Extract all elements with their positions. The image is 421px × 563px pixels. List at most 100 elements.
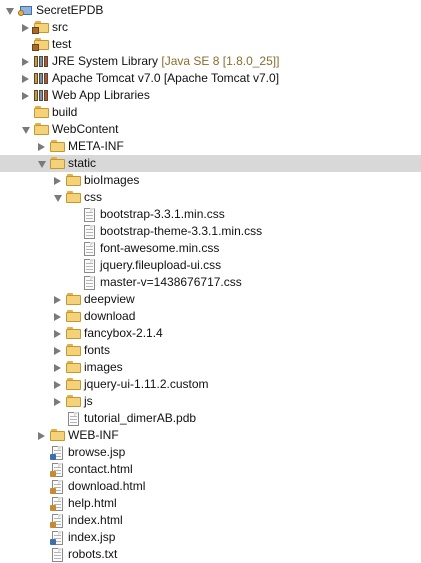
collapsed-arrow-icon[interactable] — [54, 364, 61, 372]
tree-item-label: contact.html — [68, 461, 133, 478]
tree-item[interactable]: deepview — [0, 291, 421, 308]
collapsed-arrow-icon[interactable] — [54, 313, 61, 321]
tree-item[interactable]: fonts — [0, 342, 421, 359]
expanded-arrow-icon[interactable] — [22, 127, 30, 134]
tree-item[interactable]: download — [0, 308, 421, 325]
tree-item[interactable]: images — [0, 359, 421, 376]
tree-item-name: JRE System Library — [52, 54, 159, 68]
expanded-arrow-icon[interactable] — [6, 8, 14, 15]
tree-item[interactable]: static — [0, 155, 421, 172]
tree-item-name: robots.txt — [68, 547, 118, 561]
tree-item[interactable]: WebContent — [0, 121, 421, 138]
folder-icon — [66, 191, 82, 204]
collapsed-arrow-icon[interactable] — [54, 330, 61, 338]
tree-item-name: download — [84, 309, 136, 323]
tree-item-label: JRE System Library [Java SE 8 [1.8.0_25]… — [52, 53, 279, 70]
collapsed-arrow-icon[interactable] — [54, 296, 61, 304]
folder-icon — [50, 140, 66, 153]
file-icon — [66, 412, 82, 426]
tree-item[interactable]: font-awesome.min.css — [0, 240, 421, 257]
jsp-file-icon — [50, 531, 66, 545]
tree-item-label: css — [84, 189, 102, 206]
folder-icon — [66, 174, 82, 187]
tree-item-name: master-v=1438676717.css — [100, 275, 242, 289]
tree-item[interactable]: src — [0, 19, 421, 36]
tree-item[interactable]: download.html — [0, 478, 421, 495]
tree-item-name: build — [52, 105, 78, 119]
tree-item-name: images — [84, 360, 123, 374]
tree-item-name: fancybox-2.1.4 — [84, 326, 163, 340]
collapsed-arrow-icon[interactable] — [54, 398, 61, 406]
tree-item[interactable]: jquery.fileupload-ui.css — [0, 257, 421, 274]
collapsed-arrow-icon[interactable] — [38, 432, 45, 440]
tree-item-name: fonts — [84, 343, 111, 357]
tree-item[interactable]: Apache Tomcat v7.0 [Apache Tomcat v7.0] — [0, 70, 421, 87]
library-icon — [34, 55, 50, 68]
collapsed-arrow-icon[interactable] — [22, 24, 29, 32]
tree-item-name: contact.html — [68, 462, 133, 476]
tree-item-name: bootstrap-3.3.1.min.css — [100, 207, 225, 221]
tree-item[interactable]: WEB-INF — [0, 427, 421, 444]
tree-item[interactable]: js — [0, 393, 421, 410]
collapsed-arrow-icon[interactable] — [38, 143, 45, 151]
css-file-icon — [82, 276, 98, 290]
html-file-icon — [50, 463, 66, 477]
tree-item-label: bioImages — [84, 172, 139, 189]
jsp-file-icon — [50, 446, 66, 460]
library-icon — [34, 72, 50, 85]
tree-item-label: bootstrap-3.3.1.min.css — [100, 206, 225, 223]
tree-item-label: static — [68, 155, 96, 172]
tree-item[interactable]: index.jsp — [0, 529, 421, 546]
collapsed-arrow-icon[interactable] — [54, 347, 61, 355]
tree-item[interactable]: Web App Libraries — [0, 87, 421, 104]
tree-item[interactable]: bootstrap-3.3.1.min.css — [0, 206, 421, 223]
folder-icon — [66, 344, 82, 357]
tree-item-name: jquery.fileupload-ui.css — [100, 258, 222, 272]
tree-item-name: static — [68, 156, 97, 170]
tree-item[interactable]: SecretEPDB — [0, 2, 421, 19]
expanded-arrow-icon[interactable] — [38, 161, 46, 168]
tree-item[interactable]: index.html — [0, 512, 421, 529]
tree-item[interactable]: tutorial_dimerAB.pdb — [0, 410, 421, 427]
css-file-icon — [82, 242, 98, 256]
tree-item[interactable]: robots.txt — [0, 546, 421, 563]
collapsed-arrow-icon[interactable] — [54, 177, 61, 185]
tree-item[interactable]: help.html — [0, 495, 421, 512]
folder-icon — [66, 378, 82, 391]
tree-item-name: META-INF — [68, 139, 124, 153]
tree-item[interactable]: JRE System Library [Java SE 8 [1.8.0_25]… — [0, 53, 421, 70]
tree-item-label: WebContent — [52, 121, 119, 138]
collapsed-arrow-icon[interactable] — [22, 92, 29, 100]
text-file-icon — [50, 548, 66, 562]
expanded-arrow-icon[interactable] — [54, 195, 62, 202]
tree-item-decoration: [Java SE 8 [1.8.0_25]] — [158, 54, 280, 68]
tree-item-label: Apache Tomcat v7.0 [Apache Tomcat v7.0] — [52, 70, 279, 87]
tree-item[interactable]: bioImages — [0, 172, 421, 189]
source-folder-icon — [32, 38, 50, 51]
tree-item[interactable]: jquery-ui-1.11.2.custom — [0, 376, 421, 393]
collapsed-arrow-icon[interactable] — [22, 75, 29, 83]
css-file-icon — [82, 259, 98, 273]
tree-item-name: WEB-INF — [68, 428, 119, 442]
collapsed-arrow-icon[interactable] — [54, 381, 61, 389]
tree-item[interactable]: fancybox-2.1.4 — [0, 325, 421, 342]
tree-item[interactable]: build — [0, 104, 421, 121]
css-file-icon — [82, 225, 98, 239]
tree-item-name: index.jsp — [68, 530, 116, 544]
project-explorer-tree: SecretEPDB src test JRE System Library [Jav… — [0, 0, 421, 563]
tree-item-label: META-INF — [68, 138, 124, 155]
source-folder-icon — [32, 21, 50, 34]
tree-item[interactable]: test — [0, 36, 421, 53]
tree-item[interactable]: master-v=1438676717.css — [0, 274, 421, 291]
folder-icon — [50, 429, 66, 442]
tree-item[interactable]: browse.jsp — [0, 444, 421, 461]
tree-item[interactable]: bootstrap-theme-3.3.1.min.css — [0, 223, 421, 240]
tree-item[interactable]: contact.html — [0, 461, 421, 478]
tree-item[interactable]: css — [0, 189, 421, 206]
tree-item-label: src — [52, 19, 68, 36]
tree-item[interactable]: META-INF — [0, 138, 421, 155]
collapsed-arrow-icon[interactable] — [22, 58, 29, 66]
tree-item-name: font-awesome.min.css — [100, 241, 220, 255]
html-file-icon — [50, 514, 66, 528]
tree-item-name: index.html — [68, 513, 123, 527]
